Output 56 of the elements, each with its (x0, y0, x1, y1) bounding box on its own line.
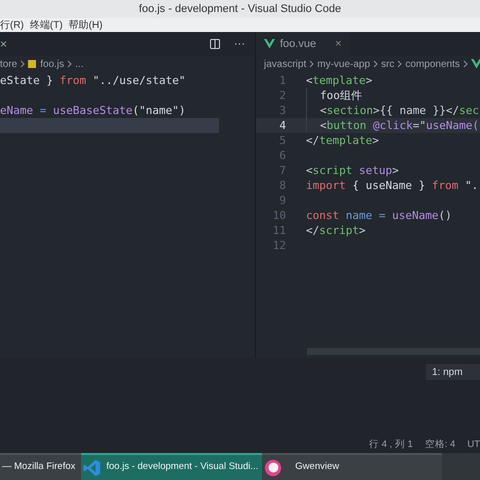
menu-item[interactable]: 行(R) (0, 18, 24, 32)
line-number: 3 (278, 103, 287, 118)
line-number: 11 (272, 223, 287, 238)
breadcrumb-item[interactable]: src (381, 56, 394, 72)
line-number: 8 (278, 178, 287, 193)
code-line: <button @click="useName( (320, 119, 479, 132)
split-editor-icon[interactable] (210, 39, 220, 49)
window-title: foo.js - development - Visual Studio Code (138, 2, 342, 17)
line-number: 1 (278, 73, 287, 88)
code-line: <section>{{ name }}</sec (320, 104, 479, 117)
line-number: 7 (278, 163, 287, 178)
chevron-icon (462, 60, 468, 68)
line-number: 4 (278, 118, 287, 133)
code-line: <template> (306, 74, 372, 87)
line-number: 12 (272, 238, 287, 253)
close-tab-button[interactable]: × (335, 36, 342, 52)
js-file-icon (28, 60, 36, 68)
line-number: 6 (278, 148, 287, 163)
chevron-icon (373, 60, 378, 68)
chevron-icon (397, 60, 402, 68)
code-line: eName = useBaseState("name") (0, 104, 186, 117)
line-number: 2 (278, 88, 287, 103)
code-line: </template> (306, 134, 379, 147)
close-tab-button[interactable]: × (0, 35, 8, 53)
chevron-icon (309, 60, 314, 68)
terminal-selector[interactable]: 1: npm (426, 364, 480, 380)
code-line: const name = useName() (306, 209, 452, 222)
breadcrumb-item[interactable]: components (405, 56, 460, 72)
chevron-icon (67, 60, 72, 68)
code-line: import { useName } from ". (306, 179, 478, 192)
chevron-icon (20, 60, 26, 68)
viewer-logo-icon (264, 458, 282, 476)
code-line: foo组件 (320, 89, 362, 102)
line-number: 9 (278, 193, 287, 208)
taskbar-item[interactable]: Gwenview (262, 453, 442, 480)
line-number: 5 (278, 133, 287, 148)
editor-logo-icon (83, 458, 102, 476)
status-item[interactable]: 空格: 4 (424, 438, 456, 453)
status-item[interactable]: UT (467, 438, 480, 453)
vue-icon (264, 39, 275, 49)
breadcrumb-item[interactable]: tore (0, 56, 18, 72)
code-line: </script> (306, 224, 366, 237)
status-item[interactable]: 行 4 , 列 1 (369, 438, 413, 453)
code-line: eState } from "../use/state" (0, 74, 186, 87)
breadcrumb-item[interactable]: ... (75, 56, 84, 72)
menu-item[interactable]: 终端(T) (30, 18, 63, 32)
menu-item[interactable]: 帮助(H) (68, 18, 103, 32)
line-number: 10 (272, 208, 287, 223)
more-actions-button[interactable]: ··· (234, 36, 245, 52)
taskbar-item[interactable]: foo.js - development - Visual Studi... (81, 453, 262, 480)
code-line: <script setup> (306, 164, 399, 177)
breadcrumb-item[interactable]: my-vue-app (317, 56, 370, 72)
breadcrumb-item[interactable]: javascript (264, 56, 306, 72)
breadcrumb-item[interactable]: foo.js (40, 56, 64, 72)
vue-icon (470, 59, 480, 69)
taskbar-item[interactable]: — Mozilla Firefox (0, 453, 82, 480)
